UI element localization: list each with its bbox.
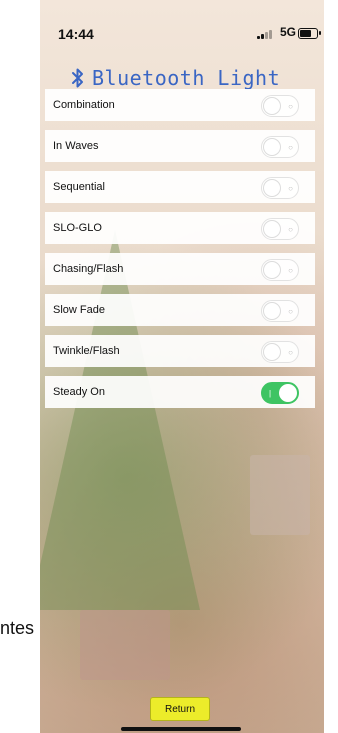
mode-label: Combination: [53, 99, 115, 111]
app-title: Bluetooth Light: [70, 64, 320, 92]
bluetooth-icon: [72, 68, 83, 88]
toggle-knob: [263, 261, 281, 279]
mode-row[interactable]: In Waves ○: [45, 130, 315, 162]
signal-icon: [257, 29, 277, 39]
mode-toggle[interactable]: ○: [261, 177, 299, 199]
mode-row[interactable]: Twinkle/Flash ○: [45, 335, 315, 367]
toggle-off-mark-icon: ○: [288, 348, 293, 357]
toggle-knob: [263, 179, 281, 197]
mode-label: Chasing/Flash: [53, 263, 124, 275]
mode-row[interactable]: Steady On |: [45, 376, 315, 408]
toggle-off-mark-icon: ○: [288, 143, 293, 152]
mode-label: Sequential: [53, 181, 105, 193]
toggle-off-mark-icon: ○: [288, 102, 293, 111]
toggle-knob: [263, 220, 281, 238]
mode-row[interactable]: Slow Fade ○: [45, 294, 315, 326]
mode-toggle[interactable]: |: [261, 382, 299, 404]
home-indicator[interactable]: [121, 727, 241, 731]
toggle-off-mark-icon: ○: [288, 266, 293, 275]
mode-label: Steady On: [53, 386, 105, 398]
mode-list: Combination ○ In Waves ○ Sequential ○ SLO-GLO ○…: [45, 89, 315, 417]
mode-label: Twinkle/Flash: [53, 345, 120, 357]
mode-toggle[interactable]: ○: [261, 218, 299, 240]
mode-label: SLO-GLO: [53, 222, 102, 234]
toggle-knob: [279, 384, 297, 402]
app-title-text: Bluetooth Light: [92, 66, 281, 90]
mode-label: In Waves: [53, 140, 99, 152]
mode-row[interactable]: Combination ○: [45, 89, 315, 121]
battery-icon: [298, 28, 321, 39]
mode-row[interactable]: Chasing/Flash ○: [45, 253, 315, 285]
mode-toggle[interactable]: ○: [261, 300, 299, 322]
toggle-knob: [263, 97, 281, 115]
status-time: 14:44: [58, 26, 94, 42]
phone-screen: 14:44 5G Bluetooth Light Combination ○ In …: [40, 0, 324, 733]
toggle-knob: [263, 343, 281, 361]
toggle-off-mark-icon: ○: [288, 307, 293, 316]
toggle-knob: [263, 302, 281, 320]
toggle-on-mark-icon: |: [269, 389, 272, 398]
mode-toggle[interactable]: ○: [261, 341, 299, 363]
status-bar: 14:44 5G: [40, 0, 324, 42]
mode-row[interactable]: Sequential ○: [45, 171, 315, 203]
toggle-knob: [263, 138, 281, 156]
toggle-off-mark-icon: ○: [288, 184, 293, 193]
mode-toggle[interactable]: ○: [261, 259, 299, 281]
toggle-off-mark-icon: ○: [288, 225, 293, 234]
mode-toggle[interactable]: ○: [261, 136, 299, 158]
mode-row[interactable]: SLO-GLO ○: [45, 212, 315, 244]
network-label: 5G: [280, 25, 297, 39]
mode-toggle[interactable]: ○: [261, 95, 299, 117]
background-gifts: [250, 455, 310, 535]
return-button[interactable]: Return: [150, 697, 210, 721]
stray-text: ntes: [0, 618, 35, 638]
background-gifts-lower: [80, 610, 170, 680]
mode-label: Slow Fade: [53, 304, 105, 316]
